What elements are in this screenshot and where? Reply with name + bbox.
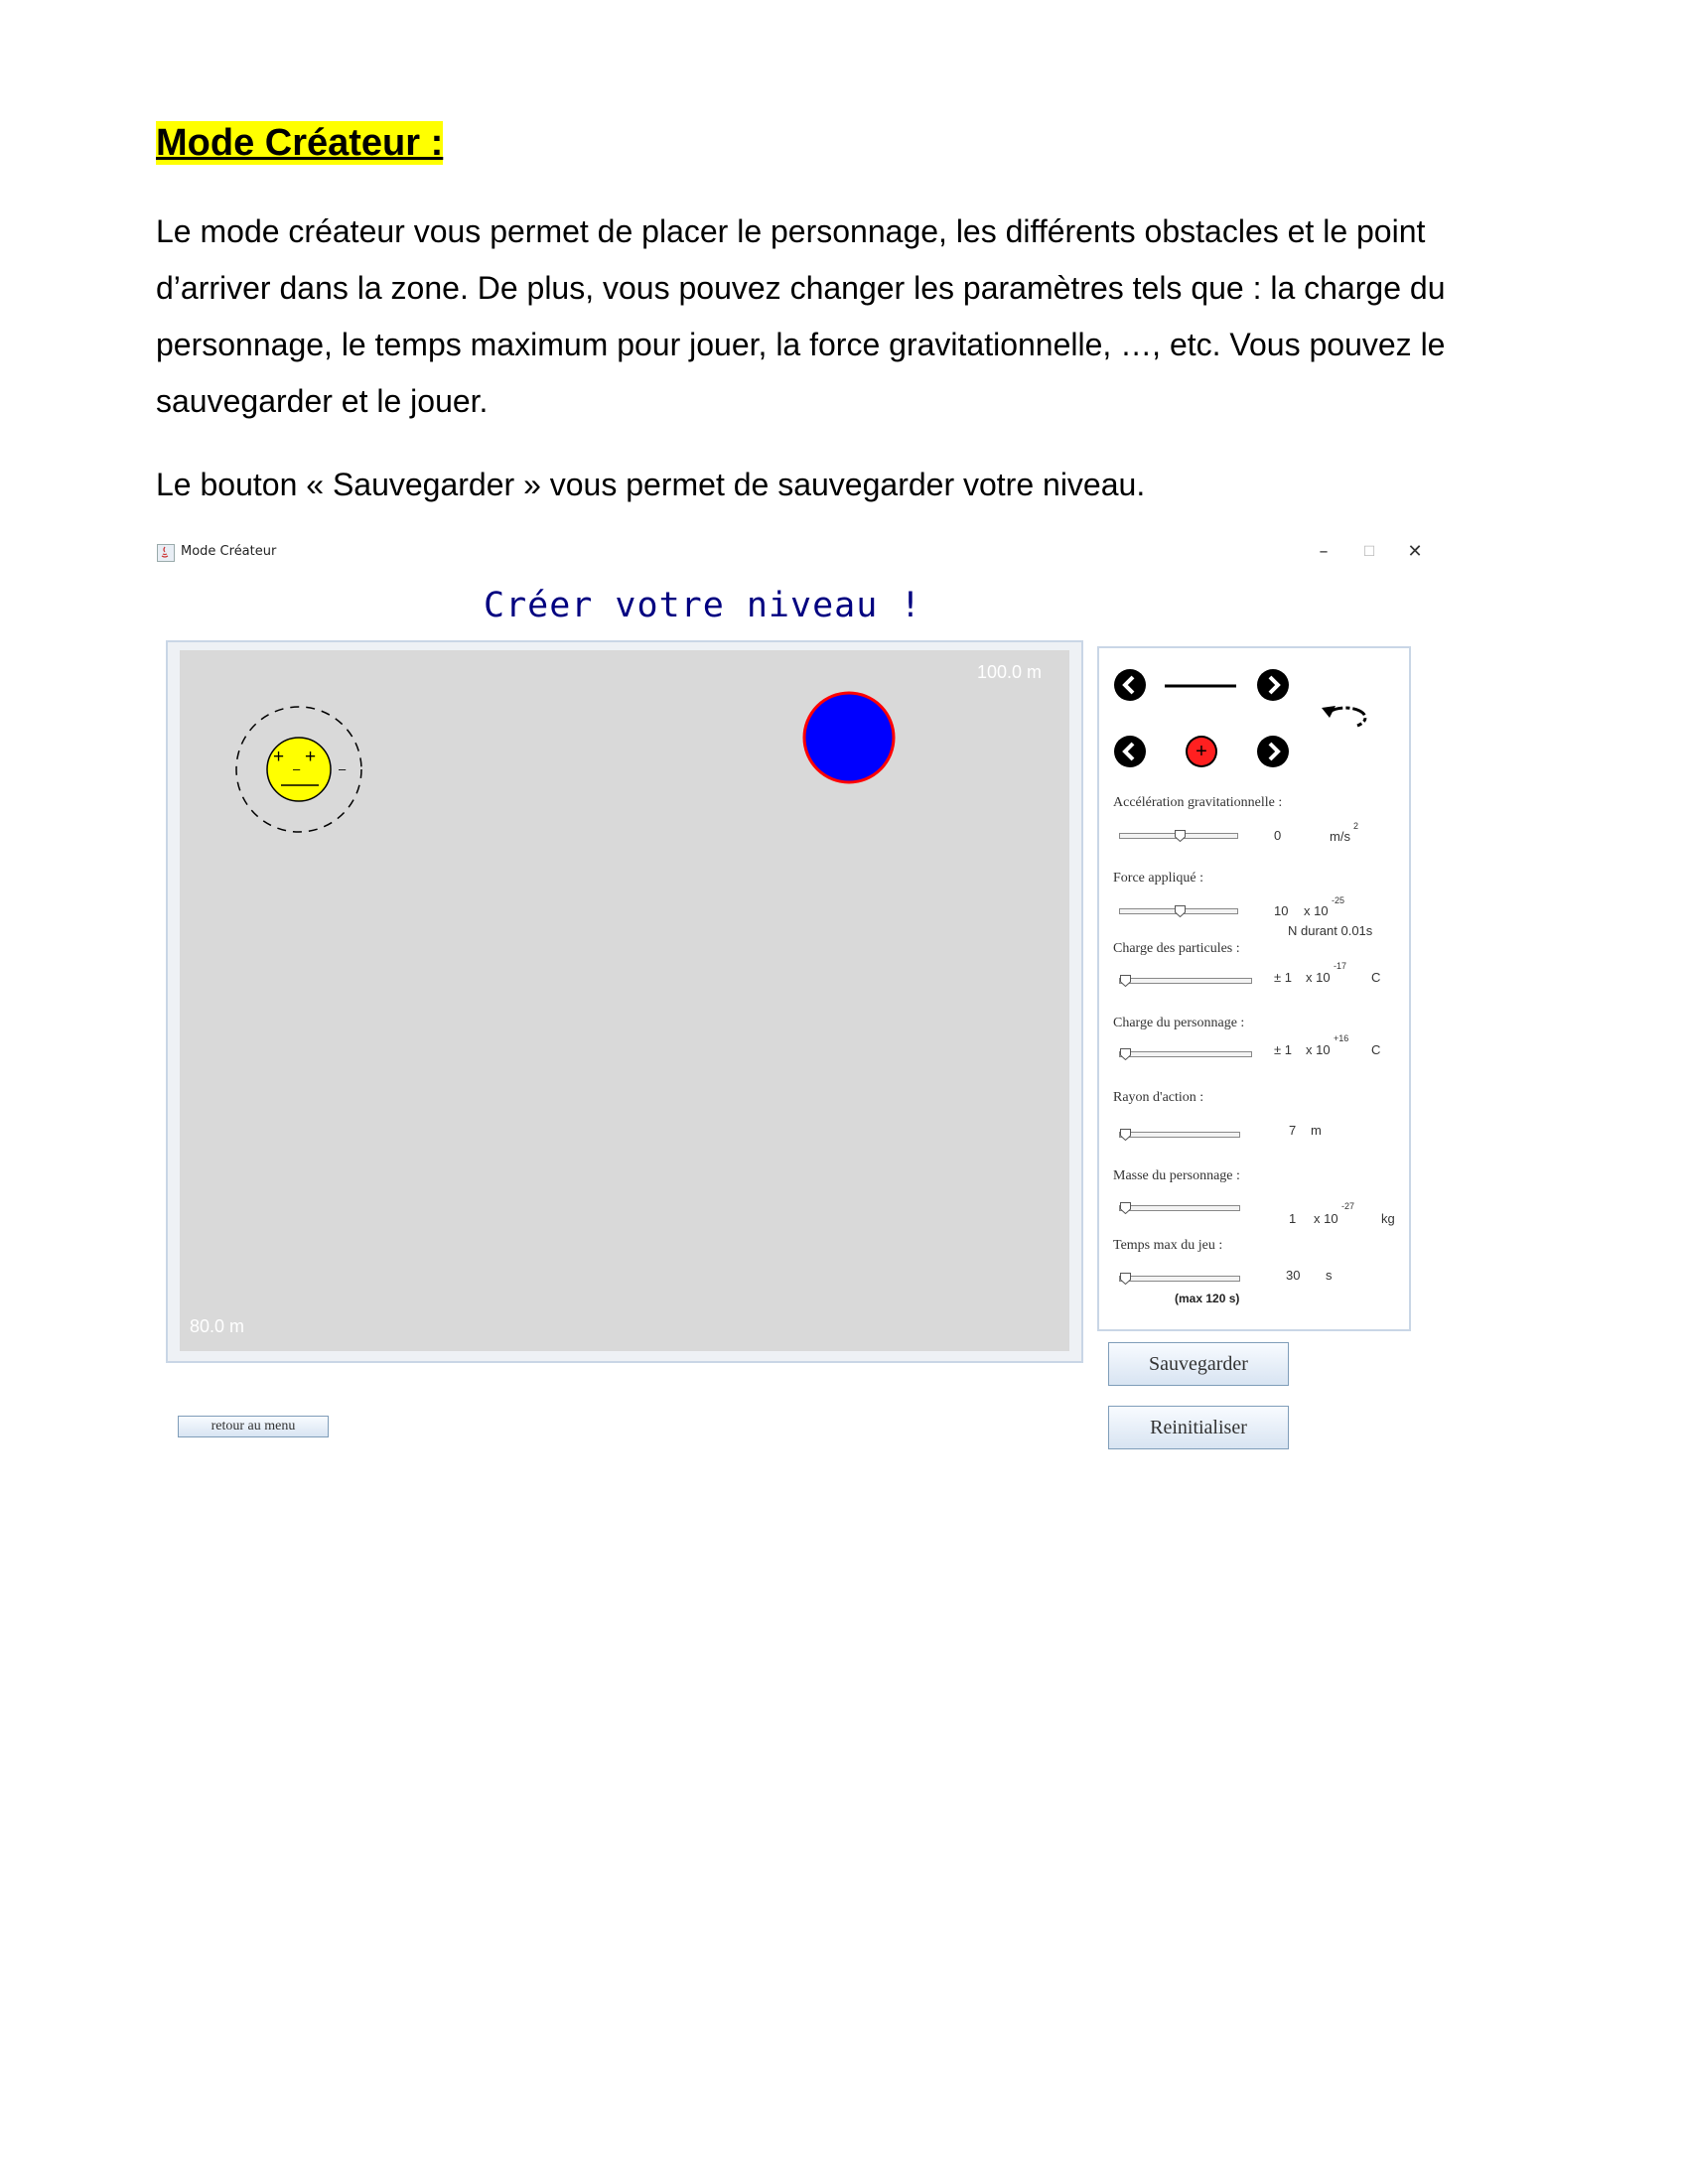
character-charge-slider[interactable]	[1119, 1048, 1252, 1060]
mass-unit: kg	[1381, 1211, 1395, 1226]
force-value: 10	[1274, 903, 1289, 918]
particle-charge-multiplier: x 10	[1306, 970, 1331, 985]
game-area-drawing: + + – –	[235, 691, 896, 833]
settings-panel: + Accélération gravitationnelle : 0 m/s …	[1097, 646, 1411, 1331]
positive-charge-icon: +	[1186, 736, 1217, 767]
chevron-right-icon[interactable]	[1256, 735, 1290, 768]
plus-sign: +	[305, 747, 316, 767]
creator-window: Mode Créateur – ☐ ✕ Créer votre niveau !…	[151, 536, 1432, 1469]
mass-value: 1	[1289, 1211, 1297, 1226]
character[interactable]: + + – –	[235, 706, 362, 833]
close-button[interactable]: ✕	[1400, 539, 1430, 565]
game-area[interactable]: + + – – 100.0 m 80.0 m	[180, 650, 1069, 1351]
chevron-left-icon[interactable]	[1113, 735, 1147, 768]
width-label: 100.0 m	[976, 662, 1042, 682]
time-unit: s	[1326, 1268, 1333, 1283]
time-slider[interactable]	[1119, 1273, 1240, 1285]
character-charge-unit: C	[1371, 1042, 1381, 1057]
mass-exponent: -27	[1341, 1201, 1355, 1211]
intro-paragraph: Le mode créateur vous permet de placer l…	[156, 213, 1446, 419]
character-charge-label: Charge du personnage :	[1113, 1016, 1245, 1030]
time-value: 30	[1286, 1268, 1301, 1283]
window-titlebar: Mode Créateur – ☐ ✕	[151, 536, 1432, 570]
force-note: N durant 0.01s	[1288, 923, 1373, 938]
svg-text:+: +	[1196, 741, 1207, 762]
mass-label: Masse du personnage :	[1113, 1168, 1240, 1183]
gravity-slider[interactable]	[1119, 830, 1238, 842]
gravity-value: 0	[1274, 828, 1282, 843]
character-charge-exponent: +16	[1334, 1033, 1349, 1043]
height-label: 80.0 m	[190, 1316, 245, 1336]
gravity-unit-exponent: 2	[1353, 821, 1359, 831]
reset-button[interactable]: Reinitialiser	[1108, 1406, 1289, 1449]
game-area-frame: + + – – 100.0 m 80.0 m	[166, 640, 1083, 1363]
force-multiplier: x 10	[1304, 903, 1329, 918]
mass-slider[interactable]	[1119, 1202, 1240, 1214]
minus-sign: –	[293, 761, 301, 776]
slider-thumb[interactable]	[1175, 830, 1186, 842]
chevron-right-icon[interactable]	[1256, 668, 1290, 702]
force-label: Force appliqué :	[1113, 871, 1203, 886]
time-max-note: (max 120 s)	[1175, 1292, 1240, 1305]
level-heading: Créer votre niveau !	[484, 586, 922, 625]
time-label: Temps max du jeu :	[1113, 1238, 1223, 1253]
document-title: Mode Créateur :	[156, 121, 444, 165]
save-paragraph: Le bouton « Sauvegarder » vous permet de…	[156, 467, 1146, 502]
particle-charge-exponent: -17	[1334, 961, 1347, 971]
particle-charge-slider[interactable]	[1119, 975, 1252, 987]
slider-thumb[interactable]	[1120, 1129, 1131, 1141]
force-slider[interactable]	[1119, 905, 1238, 917]
radius-value: 7	[1289, 1123, 1297, 1138]
minus-sign: –	[339, 761, 347, 776]
goal-point[interactable]	[802, 691, 896, 784]
radius-label: Rayon d'action :	[1113, 1090, 1204, 1105]
chevron-left-icon[interactable]	[1113, 668, 1147, 702]
slider-thumb[interactable]	[1120, 1273, 1131, 1285]
particle-charge-unit: C	[1371, 970, 1381, 985]
maximize-button[interactable]: ☐	[1354, 539, 1384, 565]
force-exponent: -25	[1332, 895, 1345, 905]
mass-multiplier: x 10	[1314, 1211, 1338, 1226]
java-app-icon	[157, 544, 175, 562]
gravity-unit: m/s	[1330, 829, 1350, 844]
radius-slider[interactable]	[1119, 1129, 1240, 1141]
back-to-menu-button[interactable]: retour au menu	[178, 1416, 329, 1437]
slider-thumb[interactable]	[1120, 1202, 1131, 1214]
particle-charge-value: ± 1	[1274, 970, 1292, 985]
character-charge-multiplier: x 10	[1306, 1042, 1331, 1057]
save-button[interactable]: Sauvegarder	[1108, 1342, 1289, 1386]
minimize-button[interactable]: –	[1309, 539, 1338, 565]
character-charge-value: ± 1	[1274, 1042, 1292, 1057]
particle-charge-label: Charge des particules :	[1113, 941, 1240, 956]
plus-sign: +	[273, 747, 284, 767]
line-obstacle-icon	[1165, 684, 1236, 688]
radius-unit: m	[1311, 1123, 1322, 1138]
rotate-icon[interactable]	[1318, 698, 1379, 734]
window-title: Mode Créateur	[181, 544, 277, 559]
slider-thumb[interactable]	[1120, 1048, 1131, 1060]
slider-thumb[interactable]	[1120, 975, 1131, 987]
gravity-label: Accélération gravitationnelle :	[1113, 795, 1283, 810]
slider-thumb[interactable]	[1175, 905, 1186, 917]
